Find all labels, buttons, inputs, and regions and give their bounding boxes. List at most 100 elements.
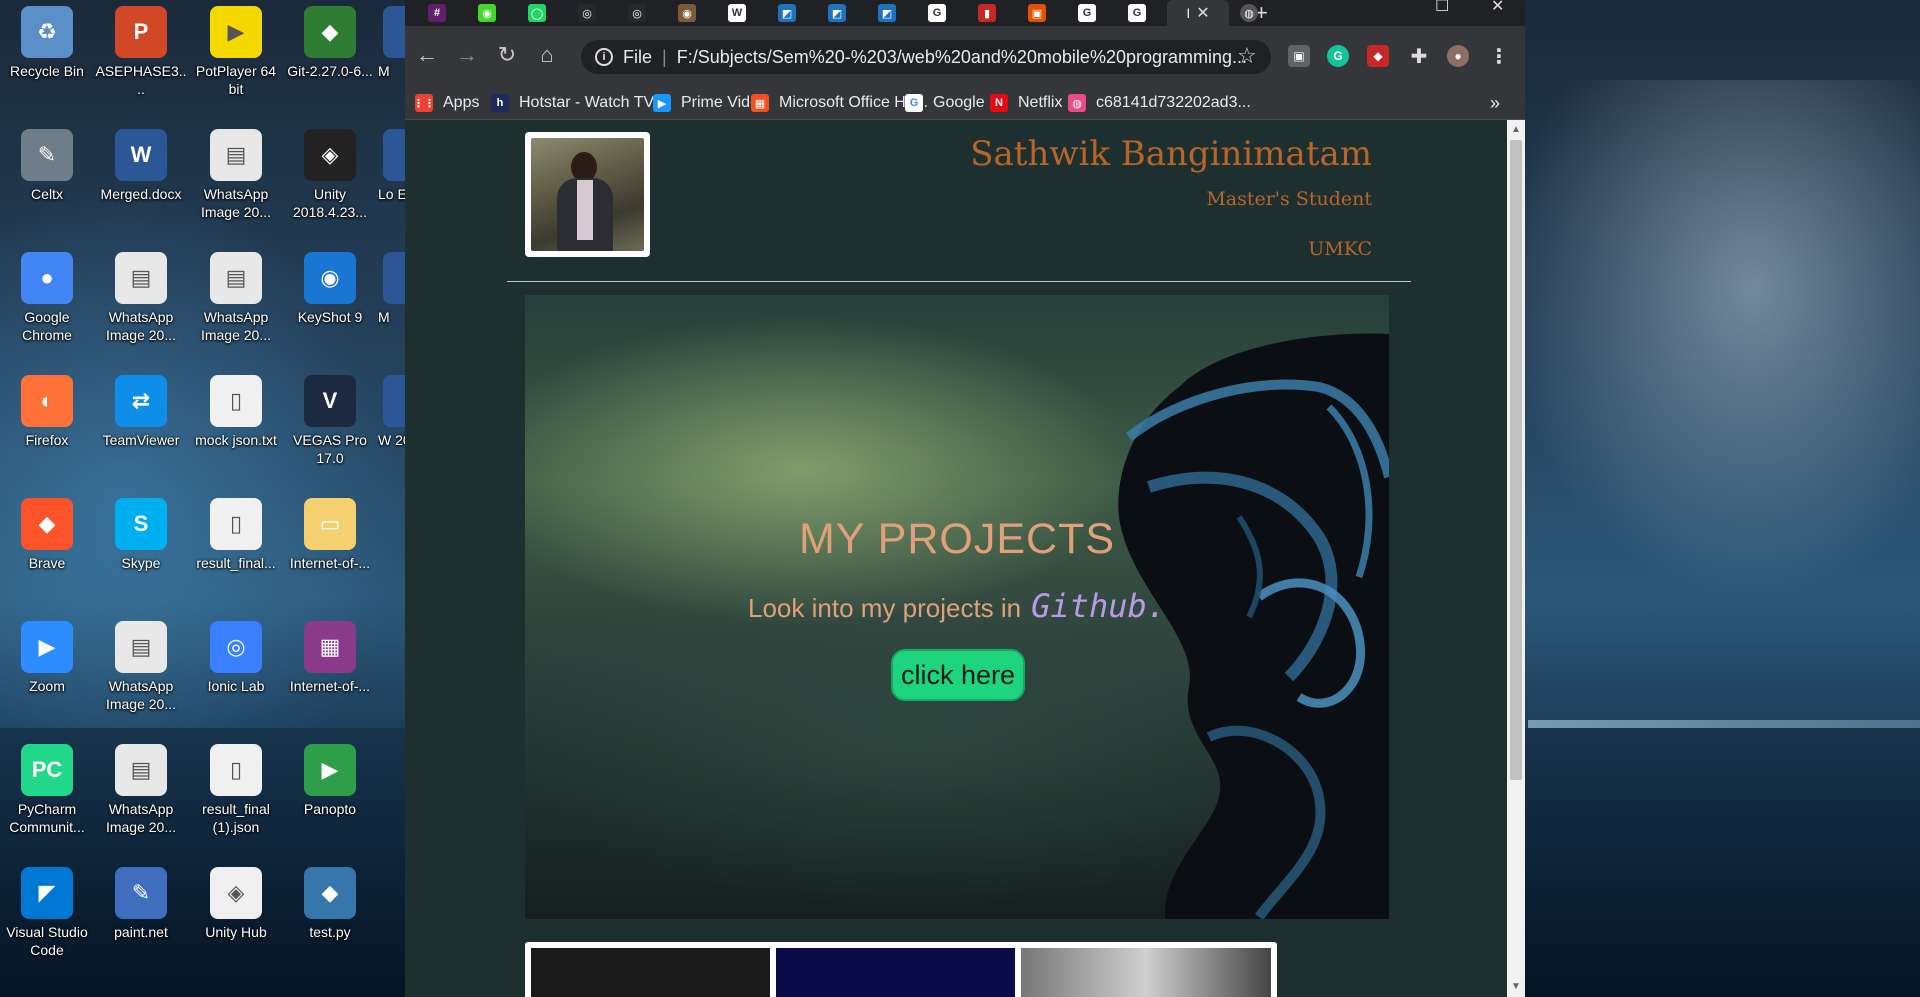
desktop-icon[interactable]: ◉ KeyShot 9 bbox=[283, 246, 377, 326]
desktop-icon[interactable]: ♻ Recycle Bin bbox=[0, 0, 94, 80]
desktop-icon[interactable]: ✎ Celtx bbox=[0, 123, 94, 203]
bookmark-item[interactable]: ⋮⋮ Apps bbox=[413, 86, 479, 120]
bookmark-item[interactable]: N Netflix bbox=[990, 86, 1062, 120]
profile-photo-image bbox=[531, 138, 644, 251]
desktop-icon[interactable]: ▶ Panopto bbox=[283, 738, 377, 818]
bookmark-favicon-icon: G bbox=[905, 94, 923, 112]
docs-icon: ▮ bbox=[978, 4, 996, 22]
profile-avatar[interactable]: ● bbox=[1447, 45, 1469, 67]
tab-site[interactable]: ◉ bbox=[667, 0, 707, 26]
address-bar[interactable]: i File | F:/Subjects/Sem%20-%203/web%20a… bbox=[581, 40, 1271, 74]
tab-doc[interactable]: ◩ bbox=[817, 0, 857, 26]
desktop-icon[interactable]: V VEGAS Pro 17.0 bbox=[283, 369, 377, 467]
desktop-icon[interactable]: ◆ Git-2.27.0-6... bbox=[283, 0, 377, 80]
desktop-icon-image: PC bbox=[21, 744, 73, 796]
site-info-icon[interactable]: i bbox=[595, 48, 613, 66]
google-icon: G bbox=[1128, 4, 1146, 22]
tab-google[interactable]: G bbox=[1117, 0, 1157, 26]
tab-slack[interactable]: # bbox=[417, 0, 457, 26]
extensions-puzzle-icon[interactable]: ✚ bbox=[1408, 45, 1430, 68]
bookmark-item[interactable]: ▦ Microsoft Office Ho... bbox=[751, 86, 928, 120]
tab-google[interactable]: G bbox=[917, 0, 957, 26]
github-icon: ◎ bbox=[628, 4, 646, 22]
desktop-icon[interactable]: ▶ Zoom bbox=[0, 615, 94, 695]
desktop-icon[interactable]: ◆ Brave bbox=[0, 492, 94, 572]
desktop-icon[interactable]: ◎ Ionic Lab bbox=[189, 615, 283, 695]
desktop-icon[interactable]: ◈ Unity Hub bbox=[189, 861, 283, 941]
desktop-icon[interactable]: S Skype bbox=[94, 492, 188, 572]
desktop-icon-label: WhatsApp Image 20... bbox=[105, 801, 177, 835]
tab-wikipedia[interactable]: W bbox=[717, 0, 757, 26]
home-icon[interactable]: ⌂ bbox=[531, 40, 563, 70]
bookmark-favicon-icon: ⋮⋮ bbox=[413, 94, 435, 112]
wikipedia-icon: W bbox=[728, 4, 746, 22]
adblock-icon[interactable]: ◆ bbox=[1367, 45, 1389, 67]
tab-active[interactable]: I ✕ bbox=[1167, 0, 1229, 26]
vertical-scrollbar[interactable]: ▲ ▼ bbox=[1507, 120, 1525, 997]
tab-globe[interactable]: ◍ bbox=[1229, 0, 1269, 26]
desktop-icon[interactable]: ▯ result_final (1).json bbox=[189, 738, 283, 836]
tab-umkc[interactable]: ▣ bbox=[1017, 0, 1057, 26]
tab-doc[interactable]: ◩ bbox=[767, 0, 807, 26]
umkc-icon: ▣ bbox=[1028, 4, 1046, 22]
scroll-up-icon[interactable]: ▲ bbox=[1510, 124, 1522, 136]
tab-razer[interactable]: ◉ bbox=[467, 0, 507, 26]
project-card[interactable] bbox=[770, 942, 1032, 997]
tab-whatsapp[interactable]: ◯ bbox=[517, 0, 557, 26]
click-here-button[interactable]: click here bbox=[891, 649, 1025, 701]
desktop-icon[interactable]: ▯ mock json.txt bbox=[189, 369, 283, 449]
bookmark-item[interactable]: h Hotstar - Watch TV... bbox=[491, 86, 666, 120]
desktop-icon[interactable]: P ASEPHASE3.... bbox=[94, 0, 188, 98]
desktop-icon[interactable]: ▤ WhatsApp Image 20... bbox=[94, 738, 188, 836]
desktop-icon-image: ◐ bbox=[21, 375, 73, 427]
desktop-icon[interactable]: ▯ result_final... bbox=[189, 492, 283, 572]
desktop-icon[interactable]: ▤ WhatsApp Image 20... bbox=[94, 615, 188, 713]
project-card[interactable] bbox=[525, 942, 787, 997]
desktop-icon[interactable]: ◐ Firefox bbox=[0, 369, 94, 449]
forward-icon[interactable]: → bbox=[451, 40, 483, 70]
desktop-icon[interactable]: ▦ Internet-of-... bbox=[283, 615, 377, 695]
tab-google[interactable]: G bbox=[1067, 0, 1107, 26]
tab-close-icon[interactable]: ✕ bbox=[1196, 3, 1209, 23]
bookmark-item[interactable]: ◍ c68141d732202ad3... bbox=[1068, 86, 1251, 120]
scroll-thumb[interactable] bbox=[1510, 140, 1522, 780]
extension-icon[interactable]: ▣ bbox=[1288, 45, 1310, 67]
desktop-icon[interactable]: ▤ WhatsApp Image 20... bbox=[189, 123, 283, 221]
desktop-icon[interactable]: ✎ paint.net bbox=[94, 861, 188, 941]
bookmark-item[interactable]: G Google bbox=[905, 86, 985, 120]
page-viewport: Sathwik Banginimatam Master's Student UM… bbox=[405, 120, 1507, 997]
maximize-icon[interactable]: ☐ bbox=[1435, 0, 1449, 15]
desktop-icon-label: Unity Hub bbox=[205, 924, 267, 940]
scroll-down-icon[interactable]: ▼ bbox=[1510, 981, 1522, 993]
desktop-icon-image: ▶ bbox=[21, 621, 73, 673]
desktop-icon-image: ⇄ bbox=[115, 375, 167, 427]
desktop-icon[interactable]: ● Google Chrome bbox=[0, 246, 94, 344]
desktop-icon[interactable]: ⇄ TeamViewer bbox=[94, 369, 188, 449]
tab-docs[interactable]: ▮ bbox=[967, 0, 1007, 26]
wallpaper-sky bbox=[1500, 80, 1920, 600]
desktop-icon[interactable]: W Merged.docx bbox=[94, 123, 188, 203]
bookmark-star-icon[interactable]: ☆ bbox=[1237, 43, 1257, 69]
bookmarks-overflow-icon[interactable]: » bbox=[1490, 86, 1500, 120]
desktop-icon[interactable]: ◤ Visual Studio Code bbox=[0, 861, 94, 959]
desktop-icon[interactable]: ▤ WhatsApp Image 20... bbox=[189, 246, 283, 344]
desktop-icon[interactable]: ▶ PotPlayer 64 bit bbox=[189, 0, 283, 98]
desktop-icon[interactable]: ◈ Unity 2018.4.23... bbox=[283, 123, 377, 221]
tab-github[interactable]: ◎ bbox=[617, 0, 657, 26]
project-card[interactable] bbox=[1015, 942, 1277, 997]
desktop-icon[interactable]: ▭ Internet-of-... bbox=[283, 492, 377, 572]
bookmark-label: Hotstar - Watch TV... bbox=[519, 94, 667, 111]
tab-github[interactable]: ◎ bbox=[567, 0, 607, 26]
desktop-icon[interactable]: ◆ test.py bbox=[283, 861, 377, 941]
menu-icon[interactable]: ⋮ bbox=[1488, 45, 1510, 68]
grammarly-icon[interactable]: G bbox=[1327, 45, 1349, 67]
reload-icon[interactable]: ↻ bbox=[491, 40, 523, 70]
back-icon[interactable]: ← bbox=[411, 40, 443, 70]
desktop-icon-label: Internet-of-... bbox=[289, 555, 371, 571]
desktop-icon-image: ✎ bbox=[115, 867, 167, 919]
tab-doc[interactable]: ◩ bbox=[867, 0, 907, 26]
close-window-icon[interactable]: ✕ bbox=[1491, 0, 1504, 15]
desktop-icon[interactable]: PC PyCharm Communit... bbox=[0, 738, 94, 836]
desktop-icon[interactable]: ▤ WhatsApp Image 20... bbox=[94, 246, 188, 344]
globe-icon: ◍ bbox=[1240, 4, 1258, 22]
